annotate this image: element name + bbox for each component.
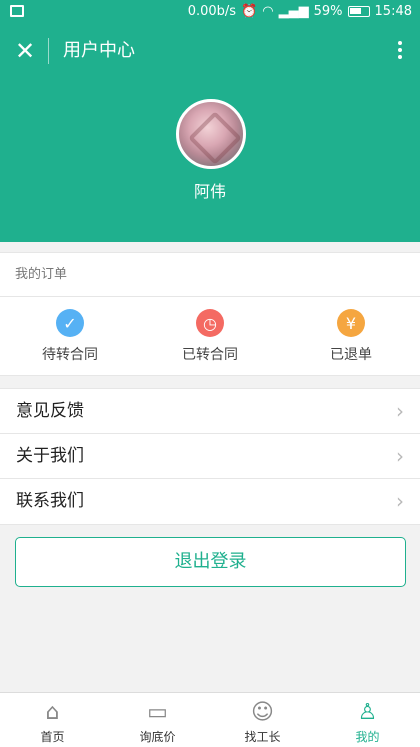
menu-item-label: 关于我们 [16,446,84,466]
battery-icon [347,6,370,17]
settings-menu: 意见反馈 › 关于我们 › 联系我们 › [0,388,420,525]
chevron-right-icon: › [396,399,404,423]
orders-row: ✓ 待转合同 ◷ 已转合同 ¥ 已退单 [0,297,420,376]
tab-label: 找工长 [244,730,281,744]
tab-label: 首页 [40,730,65,744]
order-refunded[interactable]: ¥ 已退单 [291,309,411,364]
profile-header: ✕ 用户中心 阿伟 [0,24,420,242]
home-icon: ⌂ [45,700,60,725]
menu-item-label: 联系我们 [16,491,84,511]
alarm-icon: ⏰ [241,4,258,19]
menu-item-contact-us[interactable]: 联系我们 › [0,479,420,524]
order-pending-contract[interactable]: ✓ 待转合同 [10,309,130,364]
avatar[interactable] [176,99,246,169]
profile-icon: ♙ [357,700,378,725]
menu-item-feedback[interactable]: 意见反馈 › [0,389,420,434]
close-button[interactable]: ✕ [12,38,38,64]
network-speed: 0.00b/s [187,4,237,19]
status-bar: 0.00b/s ⏰ ◠ ▂▄▆ 59% 15:48 [0,0,420,24]
header-divider [48,38,49,64]
worker-icon: ☺ [251,700,274,725]
orders-section-title: 我的订单 [0,253,420,297]
image-notification-icon [10,5,24,17]
more-options-button[interactable] [394,38,406,64]
price-icon: ▭ [147,700,168,725]
tab-label: 询底价 [139,730,176,744]
clock-time: 15:48 [374,4,412,19]
signal-icon: ▂▄▆ [278,4,309,19]
tab-mine[interactable]: ♙ 我的 [315,693,420,747]
check-icon: ✓ [56,309,84,337]
order-label: 待转合同 [42,347,98,363]
status-indicators: 0.00b/s ⏰ ◠ ▂▄▆ 59% 15:48 [188,4,412,19]
chevron-right-icon: › [396,489,404,513]
my-orders-section: 我的订单 ✓ 待转合同 ◷ 已转合同 ¥ 已退单 [0,252,420,376]
order-label: 已退单 [330,347,372,363]
close-icon[interactable]: ✕ [15,37,35,65]
order-contracted[interactable]: ◷ 已转合同 [150,309,270,364]
tab-label: 我的 [355,730,380,744]
wifi-icon: ◠ [262,4,274,19]
chevron-right-icon: › [396,444,404,468]
username: 阿伟 [193,182,226,201]
page-title: 用户中心 [63,40,135,61]
bottom-tab-bar: ⌂ 首页 ▭ 询底价 ☺ 找工长 ♙ 我的 [0,692,420,747]
menu-item-about-us[interactable]: 关于我们 › [0,434,420,479]
menu-item-label: 意见反馈 [16,401,84,421]
logout-button[interactable]: 退出登录 [15,537,406,587]
order-label: 已转合同 [182,347,238,363]
refund-icon: ¥ [337,309,365,337]
tab-find-foreman[interactable]: ☺ 找工长 [210,693,315,747]
tab-price-inquiry[interactable]: ▭ 询底价 [105,693,210,747]
clock-icon: ◷ [196,309,224,337]
battery-percent: 59% [313,4,343,19]
tab-home[interactable]: ⌂ 首页 [0,693,105,747]
